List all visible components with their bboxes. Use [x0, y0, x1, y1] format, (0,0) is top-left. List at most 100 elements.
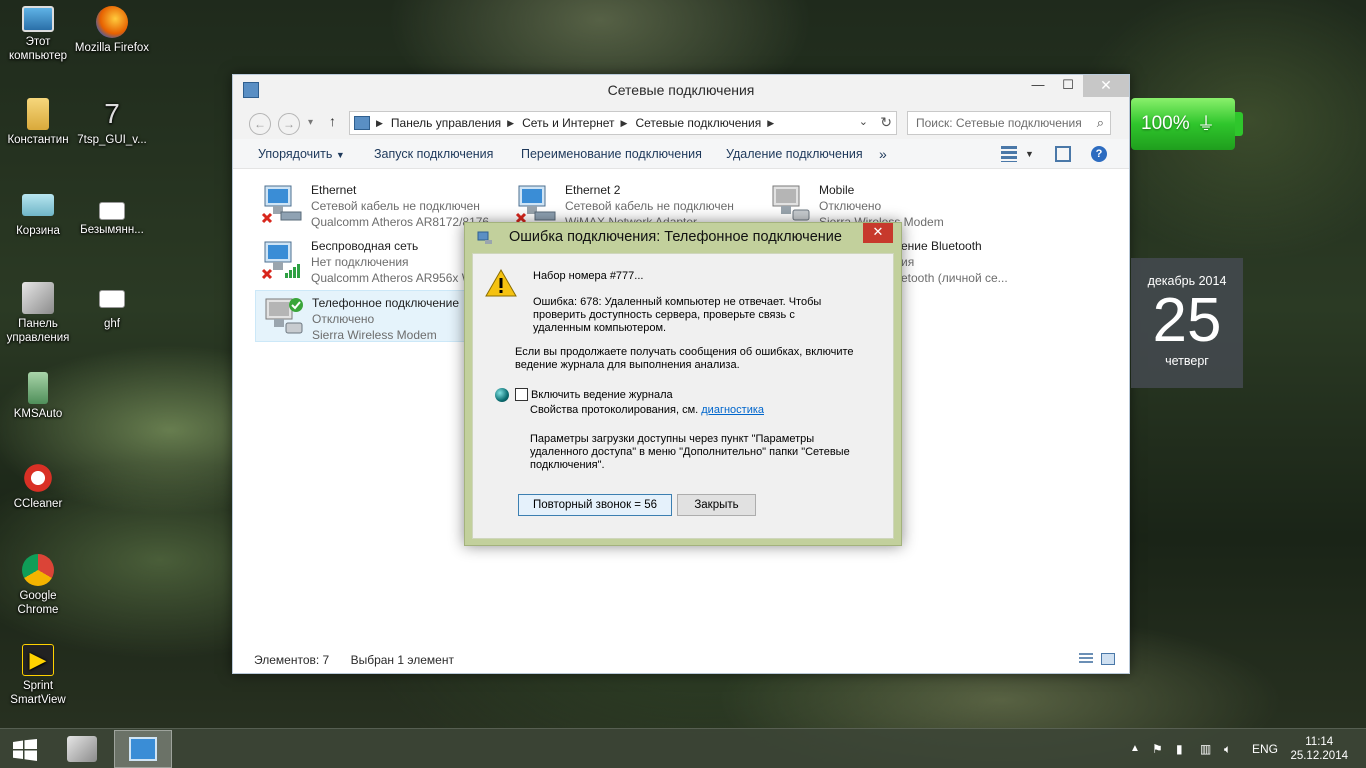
- volume-icon[interactable]: 🔈︎: [1224, 729, 1231, 768]
- breadcrumb-network-connections[interactable]: Сетевые подключения: [635, 116, 761, 130]
- computer-icon: [22, 6, 54, 32]
- dialog-close-button[interactable]: ✕: [863, 223, 893, 243]
- ethernet-adapter-icon: [261, 185, 302, 224]
- back-button[interactable]: ←: [249, 113, 271, 135]
- ccleaner-icon: [22, 462, 54, 494]
- more-commands-button[interactable]: »: [879, 139, 887, 169]
- list-item[interactable]: Телефонное подключение Отключено Sierra …: [255, 290, 469, 342]
- calendar-widget[interactable]: декабрь 2014 25 четверг: [1131, 258, 1243, 388]
- search-input[interactable]: Поиск: Сетевые подключения ⌕: [907, 111, 1111, 135]
- logging-properties-text: Свойства протоколирования, см. диагности…: [530, 404, 764, 417]
- connection-device: ...etooth (личной се...: [891, 271, 1008, 285]
- diagnostics-link[interactable]: диагностика: [701, 404, 764, 416]
- user-folder-icon: [27, 98, 49, 130]
- recent-dropdown-icon[interactable]: ▾: [308, 117, 313, 128]
- chevron-right-icon[interactable]: ▶: [621, 118, 628, 129]
- desktop-icon-label: CCleaner: [13, 498, 63, 510]
- desktop-icon-ccleaner[interactable]: CCleaner: [0, 462, 76, 511]
- battery-widget[interactable]: 100% ⏚: [1131, 98, 1243, 150]
- connection-name: Телефонное подключение: [312, 296, 460, 310]
- redial-button[interactable]: Повторный звонок = 56: [518, 494, 672, 516]
- language-indicator[interactable]: ENG: [1252, 729, 1278, 768]
- sprint-icon: ▶: [22, 644, 54, 676]
- chevron-down-icon[interactable]: ⌄: [859, 115, 868, 128]
- desktop-icon-label: Sprint SmartView: [10, 680, 66, 706]
- ethernet-adapter-icon: [515, 185, 556, 224]
- desktop-icon-this-pc[interactable]: Этот компьютер: [0, 6, 76, 63]
- view-options-icon[interactable]: [1001, 146, 1017, 162]
- kmsauto-icon: [28, 372, 48, 404]
- logging-hint: Если вы продолжаете получать сообщения о…: [515, 346, 854, 371]
- search-icon[interactable]: ⌕: [1097, 112, 1104, 134]
- chevron-down-icon[interactable]: ▼: [1025, 139, 1034, 169]
- desktop-icon-label: ghf: [104, 318, 120, 330]
- title-bar[interactable]: Сетевые подключения — ☐ ✕: [233, 75, 1129, 105]
- image-file-icon: [99, 290, 125, 308]
- show-hidden-icons[interactable]: ▲: [1130, 729, 1140, 768]
- desktop-icon-untitled[interactable]: Безымянн...: [74, 194, 150, 237]
- taskbar-control-panel[interactable]: [53, 730, 111, 768]
- chrome-icon: [22, 554, 54, 586]
- windows-logo-icon[interactable]: [12, 739, 38, 761]
- dialog-title: Ошибка подключения: Телефонное подключен…: [509, 229, 842, 245]
- enable-logging-checkbox[interactable]: [515, 388, 528, 401]
- dialing-text: Набор номера #777...: [533, 270, 644, 282]
- minimize-button[interactable]: —: [1023, 75, 1053, 97]
- taskbar-network-connections[interactable]: [114, 730, 172, 768]
- large-icons-view-icon[interactable]: [1101, 653, 1115, 665]
- details-view-icon[interactable]: [1079, 653, 1093, 665]
- command-bar: Упорядочить ▼ Запуск подключения Переиме…: [233, 139, 1129, 169]
- error-message: Ошибка: 678: Удаленный компьютер не отве…: [533, 296, 822, 334]
- organize-menu[interactable]: Упорядочить ▼: [258, 139, 345, 170]
- enable-logging-label[interactable]: Включить ведение журнала: [531, 389, 673, 402]
- desktop-icon-recycle-bin[interactable]: Корзина: [0, 194, 76, 238]
- breadcrumb-network-internet[interactable]: Сеть и Интернет: [522, 116, 614, 130]
- calendar-day: 25: [1152, 286, 1222, 355]
- organize-label: Упорядочить: [258, 147, 333, 161]
- address-bar[interactable]: ▶ Панель управления ▶ Сеть и Интернет ▶ …: [349, 111, 897, 135]
- modem-icon: [772, 185, 810, 221]
- battery-tray-icon[interactable]: ▮: [1176, 729, 1183, 768]
- desktop-icon-label: KMSAuto: [13, 408, 63, 420]
- connection-error-dialog[interactable]: Ошибка подключения: Телефонное подключен…: [464, 222, 902, 546]
- breadcrumb-control-panel[interactable]: Панель управления: [391, 116, 501, 130]
- dialog-title-bar[interactable]: Ошибка подключения: Телефонное подключен…: [465, 223, 901, 253]
- network-folder-icon: [354, 116, 370, 130]
- chevron-right-icon[interactable]: ▶: [507, 118, 514, 129]
- preview-pane-icon[interactable]: [1055, 146, 1071, 162]
- refresh-icon[interactable]: ↻: [880, 114, 892, 131]
- connection-status: Сетевой кабель не подключен: [311, 199, 480, 213]
- maximize-button[interactable]: ☐: [1053, 75, 1083, 97]
- logging-properties-label: Свойства протоколирования, см.: [530, 404, 699, 416]
- desktop-icon-user[interactable]: Константин: [0, 98, 76, 147]
- forward-button[interactable]: →: [278, 113, 300, 135]
- desktop-icon-control-panel[interactable]: Панель управления: [0, 282, 76, 345]
- system-clock[interactable]: 11:14 25.12.2014: [1290, 735, 1348, 763]
- close-dialog-button[interactable]: Закрыть: [677, 494, 756, 516]
- battery-tip: [1235, 112, 1243, 136]
- desktop-icon-sprint[interactable]: ▶ Sprint SmartView: [0, 644, 76, 707]
- network-tray-icon[interactable]: ▥: [1200, 729, 1211, 768]
- delete-connection-button[interactable]: Удаление подключения: [726, 139, 863, 169]
- selection-count: Выбран 1 элемент: [350, 653, 454, 667]
- close-button[interactable]: ✕: [1083, 75, 1129, 97]
- desktop-icon-ghf[interactable]: ghf: [74, 286, 150, 331]
- help-icon[interactable]: ?: [1091, 146, 1107, 162]
- chevron-right-icon[interactable]: ▶: [376, 118, 383, 129]
- window-controls: — ☐ ✕: [1023, 75, 1129, 97]
- plug-icon: ⏚: [1197, 114, 1215, 134]
- desktop-icon-chrome[interactable]: Google Chrome: [0, 554, 76, 617]
- network-folder-icon: [243, 82, 259, 98]
- taskbar: ▲ ⚑ ▮ ▥ 🔈︎ ENG 11:14 25.12.2014: [0, 728, 1366, 768]
- desktop-icon-7tsp[interactable]: 7 7tsp_GUI_v...: [74, 98, 150, 147]
- desktop-icon-label: Mozilla Firefox: [74, 42, 150, 54]
- action-center-flag-icon[interactable]: ⚑: [1152, 729, 1163, 768]
- desktop-icon-firefox[interactable]: Mozilla Firefox: [74, 6, 150, 55]
- up-arrow-icon[interactable]: ↑: [329, 113, 336, 129]
- connection-name: Mobile: [819, 183, 855, 197]
- start-connection-button[interactable]: Запуск подключения: [374, 139, 493, 169]
- rename-connection-button[interactable]: Переименование подключения: [521, 139, 702, 169]
- chevron-right-icon[interactable]: ▶: [767, 118, 774, 129]
- window-title: Сетевые подключения: [607, 82, 755, 98]
- desktop-icon-kmsauto[interactable]: KMSAuto: [0, 372, 76, 421]
